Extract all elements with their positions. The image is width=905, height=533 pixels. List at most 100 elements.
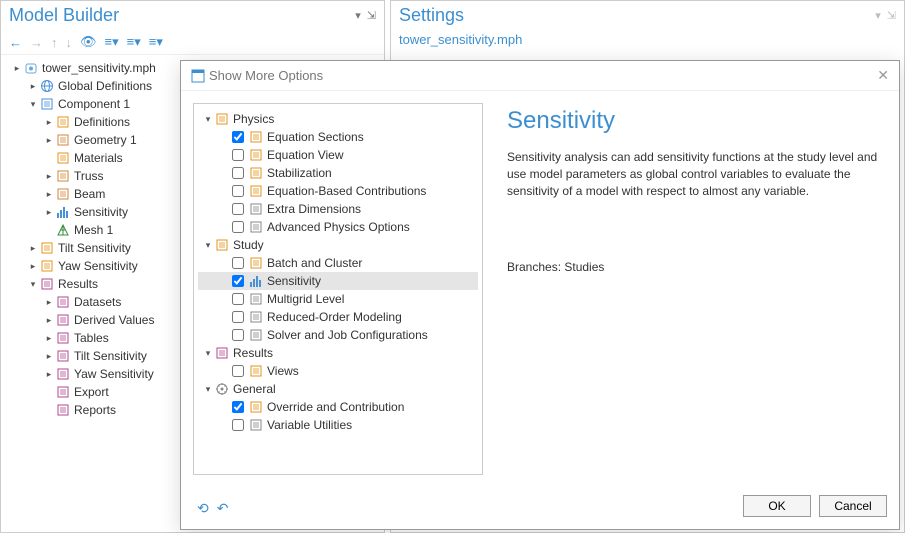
- sens-icon: [55, 204, 71, 220]
- twisty-icon[interactable]: ▾: [27, 99, 39, 110]
- twisty-icon[interactable]: ▸: [11, 63, 23, 74]
- tree-item-label: Definitions: [74, 115, 130, 129]
- undo-icon[interactable]: ↶: [217, 500, 229, 517]
- varutil-icon: [248, 417, 264, 433]
- footer-icons: ⟲ ↶: [193, 500, 228, 517]
- reports-icon: [55, 402, 71, 418]
- twisty-icon[interactable]: ▾: [202, 348, 214, 359]
- down-icon[interactable]: ↓: [66, 35, 73, 50]
- forward-icon[interactable]: →: [30, 35, 43, 50]
- pin-icon[interactable]: ⇲: [887, 9, 896, 22]
- option-checkbox[interactable]: [232, 185, 244, 197]
- option-item[interactable]: Variable Utilities: [198, 416, 478, 434]
- options-tree[interactable]: ▾PhysicsEquation SectionsEquation ViewSt…: [193, 103, 483, 475]
- twisty-icon[interactable]: ▸: [43, 297, 55, 308]
- twisty-icon[interactable]: ▸: [43, 333, 55, 344]
- tree-item-label: Yaw Sensitivity: [58, 259, 138, 273]
- twisty-icon[interactable]: ▸: [43, 135, 55, 146]
- option-item[interactable]: Views: [198, 362, 478, 380]
- option-item[interactable]: Equation View: [198, 146, 478, 164]
- option-item[interactable]: Advanced Physics Options: [198, 218, 478, 236]
- settings-title: Settings: [399, 5, 464, 26]
- dropdown-icon[interactable]: ▾: [355, 9, 361, 22]
- option-item[interactable]: Reduced-Order Modeling: [198, 308, 478, 326]
- option-checkbox[interactable]: [232, 257, 244, 269]
- option-checkbox[interactable]: [232, 329, 244, 341]
- dropdown-icon[interactable]: ▾: [875, 9, 881, 22]
- option-checkbox[interactable]: [232, 293, 244, 305]
- materials-icon: [55, 150, 71, 166]
- option-checkbox[interactable]: [232, 401, 244, 413]
- close-icon[interactable]: ✕: [877, 67, 889, 84]
- option-item[interactable]: Extra Dimensions: [198, 200, 478, 218]
- tree-item-label: Yaw Sensitivity: [74, 367, 154, 381]
- option-group[interactable]: ▾General: [198, 380, 478, 398]
- option-checkbox[interactable]: [232, 149, 244, 161]
- twisty-icon[interactable]: ▾: [202, 240, 214, 251]
- option-checkbox[interactable]: [232, 275, 244, 287]
- twisty-icon[interactable]: ▾: [202, 114, 214, 125]
- override-icon: [248, 399, 264, 415]
- tree-item-label: Component 1: [58, 97, 130, 111]
- show-icon[interactable]: 👁: [80, 34, 97, 50]
- geom-icon: [55, 132, 71, 148]
- option-item[interactable]: Equation Sections: [198, 128, 478, 146]
- detail-branches: Branches: Studies: [507, 259, 879, 276]
- twisty-icon[interactable]: ▸: [43, 117, 55, 128]
- tree-item-label: Materials: [74, 151, 123, 165]
- option-checkbox[interactable]: [232, 131, 244, 143]
- mesh-icon: [55, 222, 71, 238]
- back-icon[interactable]: ←: [9, 35, 22, 50]
- twisty-icon[interactable]: ▸: [27, 81, 39, 92]
- ok-button[interactable]: OK: [743, 495, 811, 517]
- option-item[interactable]: Override and Contribution: [198, 398, 478, 416]
- tree-item-label: Export: [74, 385, 109, 399]
- up-icon[interactable]: ↑: [51, 35, 58, 50]
- option-item[interactable]: Sensitivity: [198, 272, 478, 290]
- twisty-icon[interactable]: ▾: [202, 384, 214, 395]
- option-item[interactable]: Equation-Based Contributions: [198, 182, 478, 200]
- option-checkbox[interactable]: [232, 221, 244, 233]
- settings-title-bar: Settings ▾ ⇲: [391, 1, 904, 30]
- twisty-icon[interactable]: ▸: [43, 171, 55, 182]
- twisty-icon[interactable]: ▸: [43, 315, 55, 326]
- collapse-icon[interactable]: ≡▾: [105, 34, 119, 50]
- defs-icon: [55, 114, 71, 130]
- tree-item-label: Datasets: [74, 295, 121, 309]
- twisty-icon[interactable]: ▸: [43, 207, 55, 218]
- option-checkbox[interactable]: [232, 167, 244, 179]
- study-icon: [214, 237, 230, 253]
- option-group[interactable]: ▾Results: [198, 344, 478, 362]
- twisty-icon[interactable]: ▸: [43, 369, 55, 380]
- settings-subtitle: tower_sensitivity.mph: [391, 30, 904, 49]
- expand-icon[interactable]: ≡▾: [127, 34, 141, 50]
- option-checkbox[interactable]: [232, 419, 244, 431]
- twisty-icon[interactable]: ▾: [27, 279, 39, 290]
- option-checkbox[interactable]: [232, 311, 244, 323]
- option-label: Batch and Cluster: [267, 256, 362, 270]
- reset-icon[interactable]: ⟲: [197, 500, 209, 517]
- option-checkbox[interactable]: [232, 365, 244, 377]
- derived-icon: [55, 312, 71, 328]
- option-item[interactable]: Stabilization: [198, 164, 478, 182]
- twisty-icon[interactable]: ▸: [43, 351, 55, 362]
- eqview-icon: [248, 147, 264, 163]
- list-icon[interactable]: ≡▾: [149, 34, 163, 50]
- option-group[interactable]: ▾Study: [198, 236, 478, 254]
- tree-item-label: Tables: [74, 331, 109, 345]
- dialog-title-text: Show More Options: [209, 68, 323, 83]
- pin-icon[interactable]: ⇲: [367, 9, 376, 22]
- option-group[interactable]: ▾Physics: [198, 110, 478, 128]
- dialog-body: ▾PhysicsEquation SectionsEquation ViewSt…: [181, 91, 899, 487]
- cancel-button[interactable]: Cancel: [819, 495, 887, 517]
- option-item[interactable]: Solver and Job Configurations: [198, 326, 478, 344]
- option-checkbox[interactable]: [232, 203, 244, 215]
- option-item[interactable]: Multigrid Level: [198, 290, 478, 308]
- option-label: Equation-Based Contributions: [267, 184, 426, 198]
- option-item[interactable]: Batch and Cluster: [198, 254, 478, 272]
- twisty-icon[interactable]: ▸: [43, 189, 55, 200]
- twisty-icon[interactable]: ▸: [27, 243, 39, 254]
- option-label: Extra Dimensions: [267, 202, 361, 216]
- option-label: Override and Contribution: [267, 400, 404, 414]
- twisty-icon[interactable]: ▸: [27, 261, 39, 272]
